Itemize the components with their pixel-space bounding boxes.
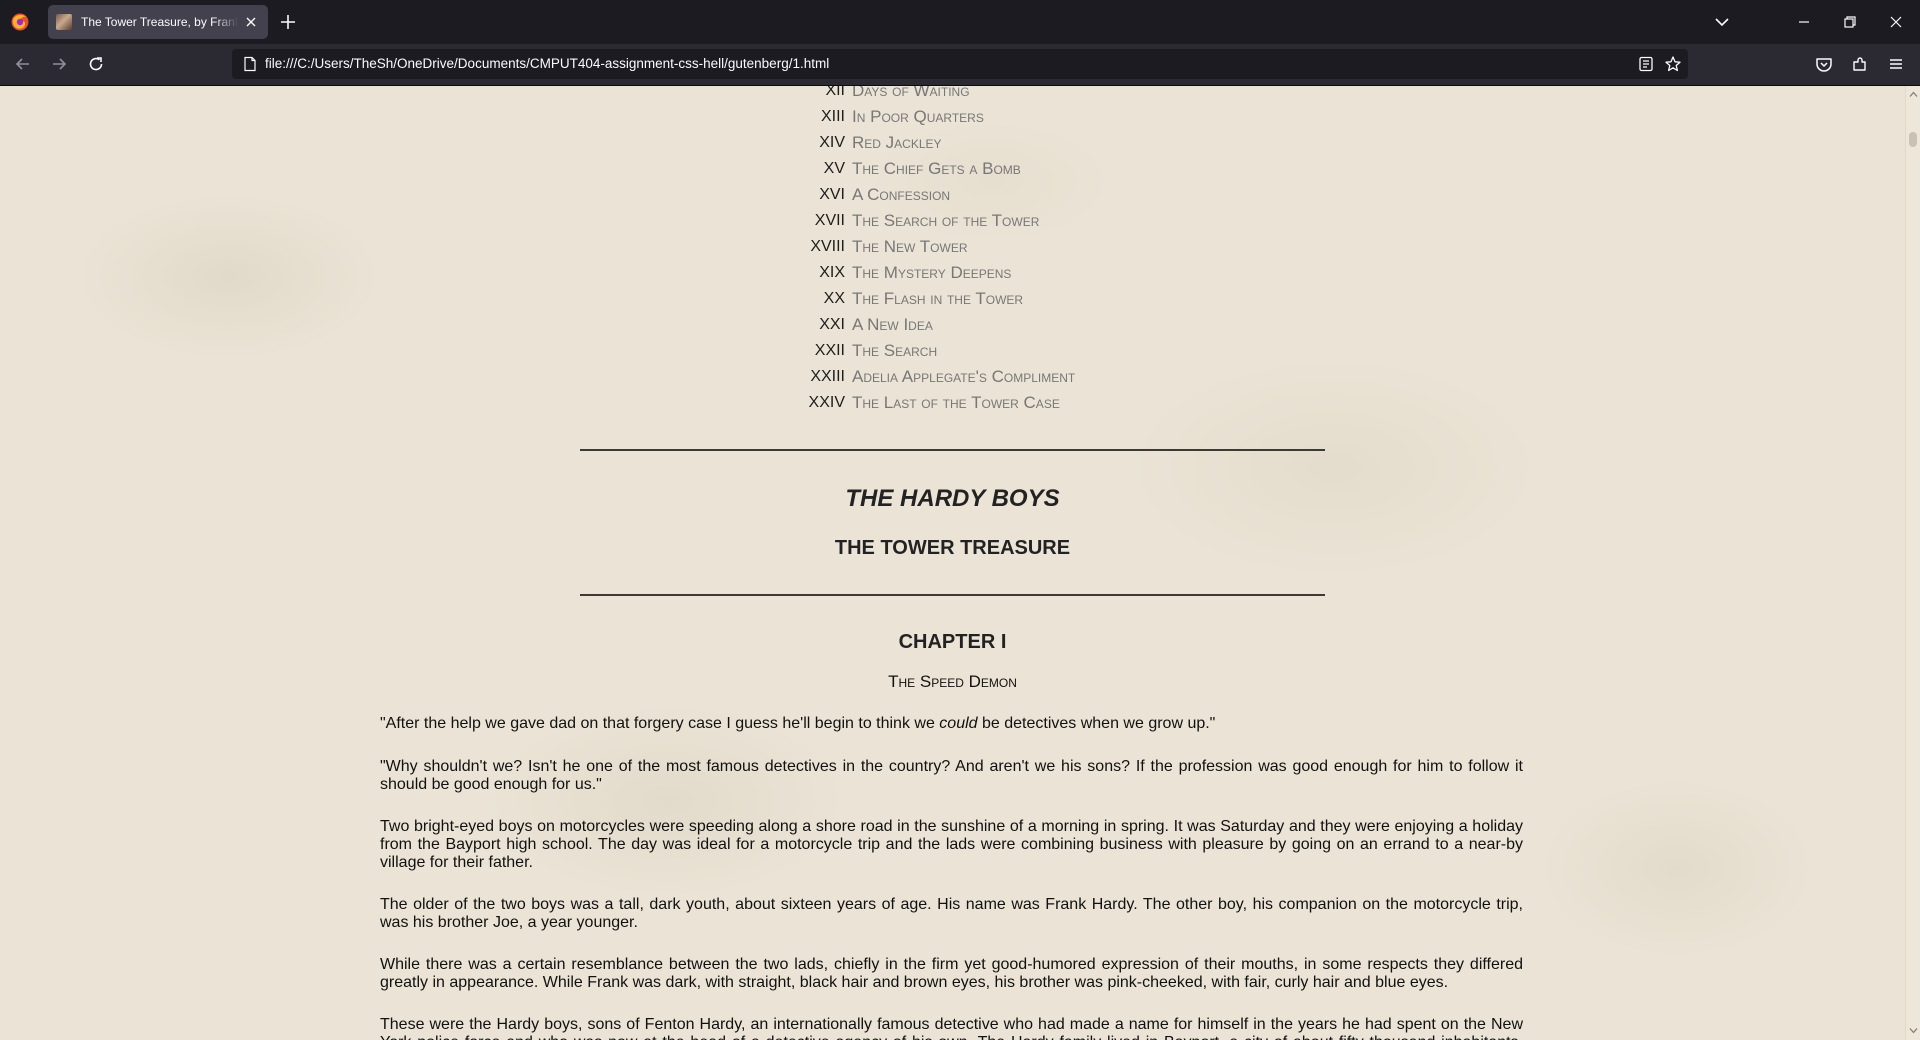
paragraph: "After the help we gave dad on that forg… xyxy=(380,715,1523,733)
toc-row: XII Days of Waiting xyxy=(0,86,1905,102)
minimize-icon[interactable] xyxy=(1794,12,1814,32)
toc-chapter-number: XXI xyxy=(819,316,845,333)
divider xyxy=(580,594,1325,596)
paragraph: The older of the two boys was a tall, da… xyxy=(380,896,1523,931)
toc-chapter-link[interactable]: The Search xyxy=(852,340,937,362)
book-title-heading: THE TOWER TREASURE xyxy=(834,537,1071,559)
chapter-name-heading: The Speed Demon xyxy=(888,672,1017,691)
paragraph: These were the Hardy boys, sons of Fento… xyxy=(380,1016,1523,1040)
scrollbar-thumb[interactable] xyxy=(1909,132,1917,147)
toc-chapter-link[interactable]: Red Jackley xyxy=(852,132,942,154)
toc-chapter-link[interactable]: The New Tower xyxy=(852,236,968,258)
tab-title: The Tower Treasure, by Franklin W. Dixon xyxy=(81,15,238,29)
new-tab-icon[interactable] xyxy=(278,12,298,32)
toc-chapter-link[interactable]: The Search of the Tower xyxy=(852,210,1039,232)
toc-chapter-link[interactable]: The Flash in the Tower xyxy=(852,288,1023,310)
toc-chapter-link[interactable]: In Poor Quarters xyxy=(852,106,984,128)
toc-chapter-number: XXII xyxy=(814,342,845,359)
toc-chapter-link[interactable]: A New Idea xyxy=(852,314,933,336)
toc-row: XIX The Mystery Deepens xyxy=(0,262,1905,284)
toc-chapter-number: XXIII xyxy=(810,368,845,385)
reader-view-icon[interactable] xyxy=(1637,55,1655,73)
page-icon xyxy=(244,56,256,72)
close-window-icon[interactable] xyxy=(1886,12,1906,32)
toc-row: XXIV The Last of the Tower Case xyxy=(0,392,1905,414)
pocket-icon[interactable] xyxy=(1814,54,1834,74)
toc-chapter-link[interactable]: Adelia Applegate's Compliment xyxy=(852,366,1075,388)
toc-chapter-number: XX xyxy=(823,290,845,307)
toc-chapter-link[interactable]: The Mystery Deepens xyxy=(852,262,1011,284)
reload-icon[interactable] xyxy=(86,54,106,74)
page-viewport: XII Days of Waiting XIII In Poor Quarter… xyxy=(0,86,1905,1040)
divider xyxy=(580,449,1325,451)
toc-chapter-number: XIV xyxy=(819,134,845,151)
url-bar[interactable]: file:///C:/Users/TheSh/OneDrive/Document… xyxy=(232,49,1688,79)
firefox-logo-icon[interactable] xyxy=(10,12,30,32)
toc-row: XVII The Search of the Tower xyxy=(0,210,1905,232)
toc-chapter-number: XVII xyxy=(814,212,845,229)
back-arrow-icon[interactable] xyxy=(13,54,33,74)
book-favicon-icon xyxy=(56,14,72,30)
paragraph-text: be detectives when we grow up." xyxy=(977,715,1216,732)
paragraph-text: "After the help we gave dad on that forg… xyxy=(380,715,940,732)
book-series-heading: THE HARDY BOYS xyxy=(845,485,1060,512)
toc-row: XV The Chief Gets a Bomb xyxy=(0,158,1905,180)
toc-chapter-link[interactable]: The Chief Gets a Bomb xyxy=(852,158,1021,180)
url-text[interactable]: file:///C:/Users/TheSh/OneDrive/Document… xyxy=(265,56,829,71)
toc-chapter-link[interactable]: The Last of the Tower Case xyxy=(852,392,1060,414)
toc-row: XXI A New Idea xyxy=(0,314,1905,336)
navigation-bar: file:///C:/Users/TheSh/OneDrive/Document… xyxy=(0,44,1920,86)
toc-chapter-number: XII xyxy=(825,86,845,99)
toc-chapter-link[interactable]: Days of Waiting xyxy=(852,86,970,102)
paragraph: Two bright-eyed boys on motorcycles were… xyxy=(380,818,1523,871)
paragraph: While there was a certain resemblance be… xyxy=(380,956,1523,991)
menu-hamburger-icon[interactable] xyxy=(1886,54,1906,74)
toc-row: XIII In Poor Quarters xyxy=(0,106,1905,128)
chapter-number-heading: CHAPTER I xyxy=(898,631,1007,653)
toc-row: XIV Red Jackley xyxy=(0,132,1905,154)
toc-chapter-number: XIII xyxy=(820,108,845,125)
toc-row: XXII The Search xyxy=(0,340,1905,362)
vertical-scrollbar[interactable] xyxy=(1905,86,1920,1040)
paragraph: "Why shouldn't we? Isn't he one of the m… xyxy=(380,758,1523,793)
toc-chapter-number: XXIV xyxy=(808,394,845,411)
scroll-up-arrow-icon[interactable] xyxy=(1909,90,1918,99)
toc-chapter-number: XIX xyxy=(819,264,845,281)
close-tab-icon[interactable] xyxy=(242,13,260,31)
tab-bar: The Tower Treasure, by Franklin W. Dixon xyxy=(0,0,1920,44)
toc-chapter-number: XVIII xyxy=(810,238,845,255)
forward-arrow-icon[interactable] xyxy=(49,54,69,74)
toc-row: XVI A Confession xyxy=(0,184,1905,206)
extensions-icon[interactable] xyxy=(1850,54,1870,74)
toc-row: XVIII The New Tower xyxy=(0,236,1905,258)
restore-icon[interactable] xyxy=(1840,12,1860,32)
toc-chapter-number: XVI xyxy=(819,186,845,203)
scroll-down-arrow-icon[interactable] xyxy=(1909,1026,1918,1035)
toc-chapter-number: XV xyxy=(823,160,845,177)
emphasis-text: could xyxy=(939,715,978,732)
bookmark-star-icon[interactable] xyxy=(1664,55,1682,73)
toc-row: XXIII Adelia Applegate's Compliment xyxy=(0,366,1905,388)
toc-row: XX The Flash in the Tower xyxy=(0,288,1905,310)
chevron-down-icon[interactable] xyxy=(1712,12,1732,32)
tab-active[interactable]: The Tower Treasure, by Franklin W. Dixon xyxy=(48,5,268,39)
toc-chapter-link[interactable]: A Confession xyxy=(852,184,950,206)
